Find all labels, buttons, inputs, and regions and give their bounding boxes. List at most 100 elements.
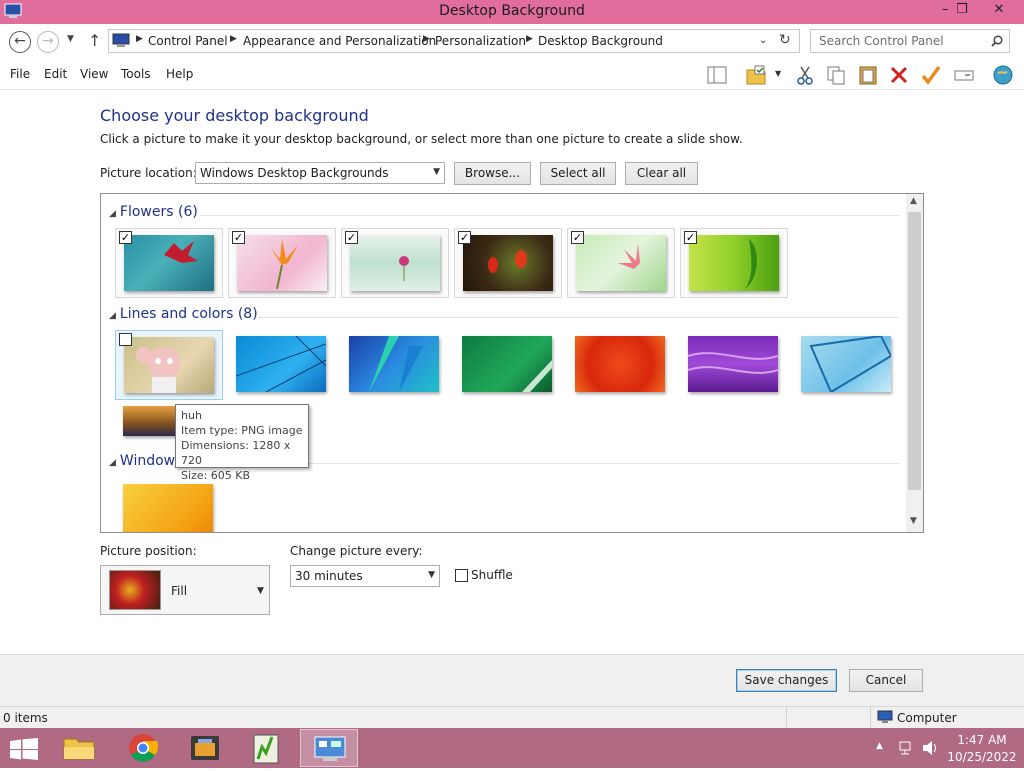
wallpaper-tile[interactable]	[793, 330, 901, 400]
start-windows-icon[interactable]	[10, 738, 38, 760]
save-changes-button[interactable]: Save changes	[736, 669, 837, 692]
wallpaper-tile[interactable]: ✓	[228, 228, 336, 298]
taskbar-archive-app[interactable]	[176, 729, 234, 767]
menu-edit[interactable]: Edit	[44, 67, 67, 81]
taskbar-control-panel[interactable]	[300, 729, 358, 767]
checkbox-checked[interactable]: ✓	[232, 231, 245, 244]
checkbox-checked[interactable]: ✓	[571, 231, 584, 244]
wallpaper-thumbnail	[350, 235, 440, 291]
wallpaper-tile[interactable]: ✓	[341, 228, 449, 298]
search-input[interactable]: Search Control Panel	[810, 29, 1010, 53]
browse-button[interactable]: Browse...	[454, 162, 531, 185]
breadcrumb-appearance[interactable]: Appearance and Personalization	[243, 34, 436, 48]
group-title: Lines and colors (8)	[119, 306, 258, 322]
group-header-windows[interactable]: ◢ Windows	[109, 453, 182, 469]
checkbox-checked[interactable]: ✓	[684, 231, 697, 244]
forward-button[interactable]: →	[37, 31, 59, 53]
dialog-footer: Save changes Cancel	[0, 654, 1024, 706]
wallpaper-tile[interactable]: ✓	[115, 228, 223, 298]
address-bar[interactable]: ▶ Control Panel ▶ Appearance and Persona…	[108, 29, 800, 53]
tooltip-dimensions: Dimensions: 1280 x 720	[181, 439, 291, 467]
select-all-button[interactable]: Select all	[540, 162, 616, 185]
wallpaper-tile[interactable]: ✓	[454, 228, 562, 298]
shuffle-checkbox[interactable]	[455, 569, 468, 582]
wallpaper-tile[interactable]	[115, 478, 223, 532]
scroll-up-icon[interactable]: ▲	[910, 196, 917, 206]
group-title: Windows	[119, 453, 183, 469]
picture-position-select[interactable]: Fill ▼	[100, 565, 270, 615]
taskbar-notepad-plus[interactable]	[238, 729, 296, 767]
paste-icon[interactable]	[857, 64, 879, 86]
clear-all-button[interactable]: Clear all	[625, 162, 698, 185]
volume-icon[interactable]	[921, 740, 939, 756]
maximize-button[interactable]: ❒	[948, 0, 976, 22]
wallpaper-tile[interactable]	[115, 330, 223, 400]
folder-properties-icon[interactable]	[745, 64, 767, 86]
cut-icon[interactable]	[794, 64, 816, 86]
wallpaper-tile[interactable]	[454, 330, 562, 400]
chevron-down-icon: ▼	[433, 167, 440, 177]
taskbar-file-explorer[interactable]	[50, 729, 108, 767]
breadcrumb-control-panel[interactable]: Control Panel	[148, 34, 228, 48]
clock-date[interactable]: 10/25/2022	[946, 750, 1018, 764]
checkbox-unchecked[interactable]	[119, 333, 132, 346]
menu-help[interactable]: Help	[166, 67, 193, 81]
scroll-down-icon[interactable]: ▼	[910, 516, 917, 526]
recent-pages-dropdown-icon[interactable]: ▼	[67, 34, 74, 44]
wallpaper-thumbnail	[124, 337, 214, 393]
checkbox-checked[interactable]: ✓	[345, 231, 358, 244]
scrollbar-thumb[interactable]	[908, 212, 921, 490]
show-hidden-icons-icon[interactable]: ▲	[876, 741, 883, 751]
wallpaper-tile[interactable]: ✓	[680, 228, 788, 298]
change-interval-select[interactable]: 30 minutes ▼	[290, 565, 440, 587]
back-button[interactable]: ←	[9, 31, 31, 53]
folder-dropdown-icon[interactable]: ▼	[775, 69, 781, 78]
copy-icon[interactable]	[825, 64, 847, 86]
menu-file[interactable]: File	[10, 67, 30, 81]
globe-icon[interactable]	[992, 64, 1014, 86]
delete-icon[interactable]	[888, 64, 910, 86]
collapse-triangle-icon[interactable]: ◢	[109, 209, 116, 219]
notepad-plus-icon	[253, 734, 279, 764]
breadcrumb-separator-icon: ▶	[230, 34, 237, 44]
vertical-scrollbar[interactable]: ▲ ▼	[906, 194, 923, 532]
group-divider	[257, 317, 899, 318]
wallpaper-tile[interactable]: ✓	[567, 228, 675, 298]
picture-position-label: Picture position:	[100, 544, 197, 558]
wallpaper-thumbnail	[124, 235, 214, 291]
rename-icon[interactable]	[953, 64, 975, 86]
checkbox-checked[interactable]: ✓	[119, 231, 132, 244]
wallpaper-tile[interactable]	[567, 330, 675, 400]
group-header-lines-and-colors[interactable]: ◢ Lines and colors (8)	[109, 306, 258, 322]
wallpaper-tile[interactable]	[228, 330, 336, 400]
picture-location-select[interactable]: Windows Desktop Backgrounds ▼	[195, 162, 445, 184]
collapse-triangle-icon[interactable]: ◢	[109, 311, 116, 321]
status-bar: 0 items Computer	[0, 706, 1024, 728]
menu-tools[interactable]: Tools	[121, 67, 151, 81]
checkbox-checked[interactable]: ✓	[458, 231, 471, 244]
breadcrumb-personalization[interactable]: Personalization	[435, 34, 526, 48]
clock-time[interactable]: 1:47 AM	[946, 733, 1018, 747]
shuffle-label[interactable]: Shuffle	[471, 568, 513, 582]
address-history-chevron-icon[interactable]: ⌄	[759, 35, 767, 46]
menu-view[interactable]: View	[80, 67, 108, 81]
status-divider	[870, 707, 871, 727]
cancel-button[interactable]: Cancel	[849, 669, 923, 692]
network-icon[interactable]	[898, 740, 914, 756]
window-title: Desktop Background	[439, 3, 585, 19]
wallpaper-tile[interactable]	[680, 330, 788, 400]
taskbar-chrome[interactable]	[114, 729, 172, 767]
breadcrumb-desktop-background[interactable]: Desktop Background	[538, 34, 663, 48]
up-arrow-icon[interactable]: ↑	[88, 31, 101, 50]
group-header-flowers[interactable]: ◢ Flowers (6)	[109, 204, 198, 220]
wallpaper-tile[interactable]	[341, 330, 449, 400]
refresh-icon[interactable]: ↻	[779, 32, 791, 48]
picture-location-label: Picture location:	[100, 166, 197, 180]
collapse-triangle-icon[interactable]: ◢	[109, 458, 116, 468]
layout-pane-icon[interactable]	[706, 64, 728, 86]
checkmark-icon[interactable]	[920, 64, 942, 86]
search-icon[interactable]	[991, 35, 1003, 47]
chevron-down-icon: ▼	[257, 586, 264, 596]
close-button[interactable]: ✕	[984, 0, 1014, 22]
chevron-down-icon: ▼	[428, 570, 435, 580]
